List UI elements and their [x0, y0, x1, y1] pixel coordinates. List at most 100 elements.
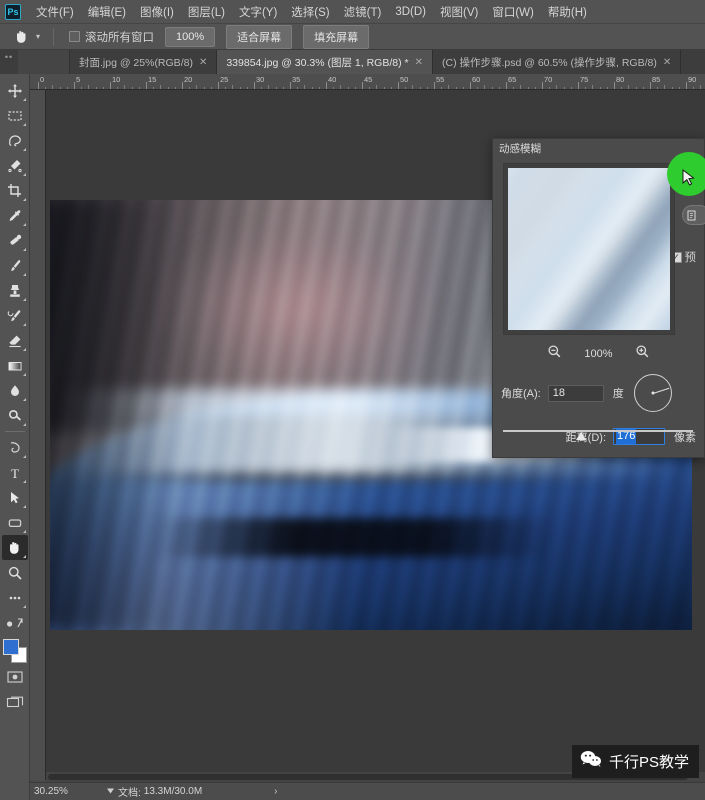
dodge-tool[interactable] — [2, 403, 28, 428]
menu-item-select[interactable]: 选择(S) — [284, 1, 336, 23]
angle-dial[interactable] — [633, 374, 672, 412]
lasso-tool[interactable] — [2, 128, 28, 153]
vertical-ruler — [30, 90, 46, 780]
zoom-100-button[interactable]: 100% — [165, 26, 216, 47]
menu-item-type[interactable]: 文字(Y) — [232, 1, 284, 23]
document-tab-339854[interactable]: 339854.jpg @ 30.3% (图层 1, RGB/8) * ✕ — [217, 50, 433, 74]
type-tool[interactable]: T — [2, 460, 28, 485]
ruler-minor-tick — [167, 87, 169, 89]
ruler-tick-label: 65 — [508, 75, 517, 84]
slider-thumb[interactable] — [575, 432, 586, 440]
ruler-minor-tick — [369, 87, 371, 89]
clone-stamp-tool[interactable] — [2, 278, 28, 303]
crop-tool[interactable] — [2, 178, 28, 203]
zoom-tool[interactable] — [2, 560, 28, 585]
quick-selection-tool[interactable] — [2, 153, 28, 178]
ruler-minor-tick — [570, 87, 572, 89]
status-expand-icon[interactable]: › — [274, 786, 277, 797]
status-bar: 30.25% 文档: 13.3M/30.0M › — [30, 782, 705, 800]
ruler-minor-tick — [45, 87, 47, 89]
menu-item-filter[interactable]: 滤镜(T) — [337, 1, 389, 23]
ruler-tick-label: 5 — [76, 75, 81, 84]
ruler-minor-tick — [66, 87, 68, 89]
healing-brush-tool[interactable] — [2, 228, 28, 253]
menu-item-view[interactable]: 视图(V) — [433, 1, 485, 23]
close-icon[interactable]: ✕ — [199, 57, 207, 68]
dial-hub — [651, 391, 655, 395]
blur-tool[interactable] — [2, 378, 28, 403]
tab-grip — [18, 50, 70, 74]
ruler-minor-tick — [268, 85, 270, 89]
fill-screen-button[interactable]: 填充屏幕 — [303, 24, 370, 49]
hand-icon[interactable] — [10, 27, 32, 47]
tab-label: (C) 操作步骤.psd @ 60.5% (操作步骤, RGB/8) — [441, 56, 657, 69]
menu-item-layer[interactable]: 图层(L) — [181, 1, 232, 23]
ruler-minor-tick — [174, 87, 176, 89]
ruler-minor-tick — [340, 85, 342, 89]
color-swatches[interactable] — [2, 638, 28, 664]
path-selection-tool[interactable] — [2, 485, 28, 510]
distance-slider[interactable] — [503, 427, 693, 445]
close-icon[interactable]: ✕ — [415, 57, 423, 68]
preview-frame[interactable] — [503, 163, 675, 335]
tab-overflow-icon[interactable]: •• — [0, 50, 18, 74]
menu-item-file[interactable]: 文件(F) — [29, 1, 81, 23]
ruler-minor-tick — [354, 87, 356, 89]
watermark: 千行PS教学 — [571, 745, 699, 778]
eyedropper-tool[interactable] — [2, 203, 28, 228]
dialog-title: 动感模糊 — [493, 139, 704, 157]
ruler-tick-label: 85 — [652, 75, 661, 84]
divider — [4, 431, 25, 432]
ruler-tick — [290, 82, 291, 89]
ruler-tick — [686, 82, 687, 89]
gradient-tool[interactable] — [2, 353, 28, 378]
document-tab-cover[interactable]: 封面.jpg @ 25%(RGB/8) ✕ — [70, 50, 218, 74]
foreground-color-swatch[interactable] — [2, 639, 19, 655]
ruler-minor-tick — [318, 87, 320, 89]
ruler-tick-label: 70 — [544, 75, 553, 84]
menu-item-window[interactable]: 窗口(W) — [485, 1, 541, 23]
move-tool[interactable] — [2, 78, 28, 103]
ruler-tick — [542, 82, 543, 89]
angle-field-row: 角度(A): 18 度 — [501, 374, 696, 412]
more-tools[interactable] — [2, 585, 28, 610]
rectangular-marquee-tool[interactable] — [2, 103, 28, 128]
menu-item-help[interactable]: 帮助(H) — [541, 1, 594, 23]
zoom-level[interactable]: 30.25% — [34, 786, 106, 797]
document-tab-steps[interactable]: (C) 操作步骤.psd @ 60.5% (操作步骤, RGB/8) ✕ — [432, 50, 682, 74]
menu-bar: Ps 文件(F) 编辑(E) 图像(I) 图层(L) 文字(Y) 选择(S) 滤… — [0, 0, 705, 24]
ruler-tick — [506, 82, 507, 89]
ruler-minor-tick — [491, 87, 493, 89]
ruler-tick-label: 80 — [616, 75, 625, 84]
brush-tool[interactable] — [2, 253, 28, 278]
menu-item-edit[interactable]: 编辑(E) — [81, 1, 133, 23]
zoom-in-icon[interactable] — [635, 344, 650, 364]
pen-tool[interactable] — [2, 435, 28, 460]
quick-mask-icon[interactable] — [2, 664, 28, 689]
zoom-out-icon[interactable] — [547, 344, 562, 364]
options-bar: ▾ 滚动所有窗口 100% 适合屏幕 填充屏幕 — [0, 24, 705, 50]
document-tab-bar: •• 封面.jpg @ 25%(RGB/8) ✕ 339854.jpg @ 30… — [0, 50, 705, 74]
fit-screen-button[interactable]: 适合屏幕 — [226, 24, 293, 49]
chevron-down-icon[interactable]: ▾ — [32, 28, 44, 46]
eraser-tool[interactable] — [2, 328, 28, 353]
ruler-minor-tick — [534, 87, 536, 89]
scroll-all-windows-checkbox[interactable]: 滚动所有窗口 — [69, 29, 154, 45]
hand-tool[interactable] — [1, 535, 28, 560]
ruler-minor-tick — [210, 87, 212, 89]
ruler-minor-tick — [246, 87, 248, 89]
edit-toolbar-icon[interactable] — [2, 610, 28, 635]
ruler-tick-label: 0 — [40, 75, 45, 84]
ruler-minor-tick — [88, 85, 90, 89]
ruler-minor-tick — [592, 85, 594, 89]
ruler-tick-label: 35 — [292, 75, 301, 84]
angle-input[interactable]: 18 — [547, 384, 604, 402]
screen-mode-icon[interactable] — [2, 689, 28, 714]
ruler-tick-label: 30 — [256, 75, 265, 84]
rectangle-tool[interactable] — [2, 510, 28, 535]
menu-item-3d[interactable]: 3D(D) — [388, 3, 433, 21]
close-icon[interactable]: ✕ — [663, 57, 671, 68]
history-brush-tool[interactable] — [2, 303, 28, 328]
ruler-tick-label: 75 — [580, 75, 589, 84]
menu-item-image[interactable]: 图像(I) — [133, 1, 181, 23]
